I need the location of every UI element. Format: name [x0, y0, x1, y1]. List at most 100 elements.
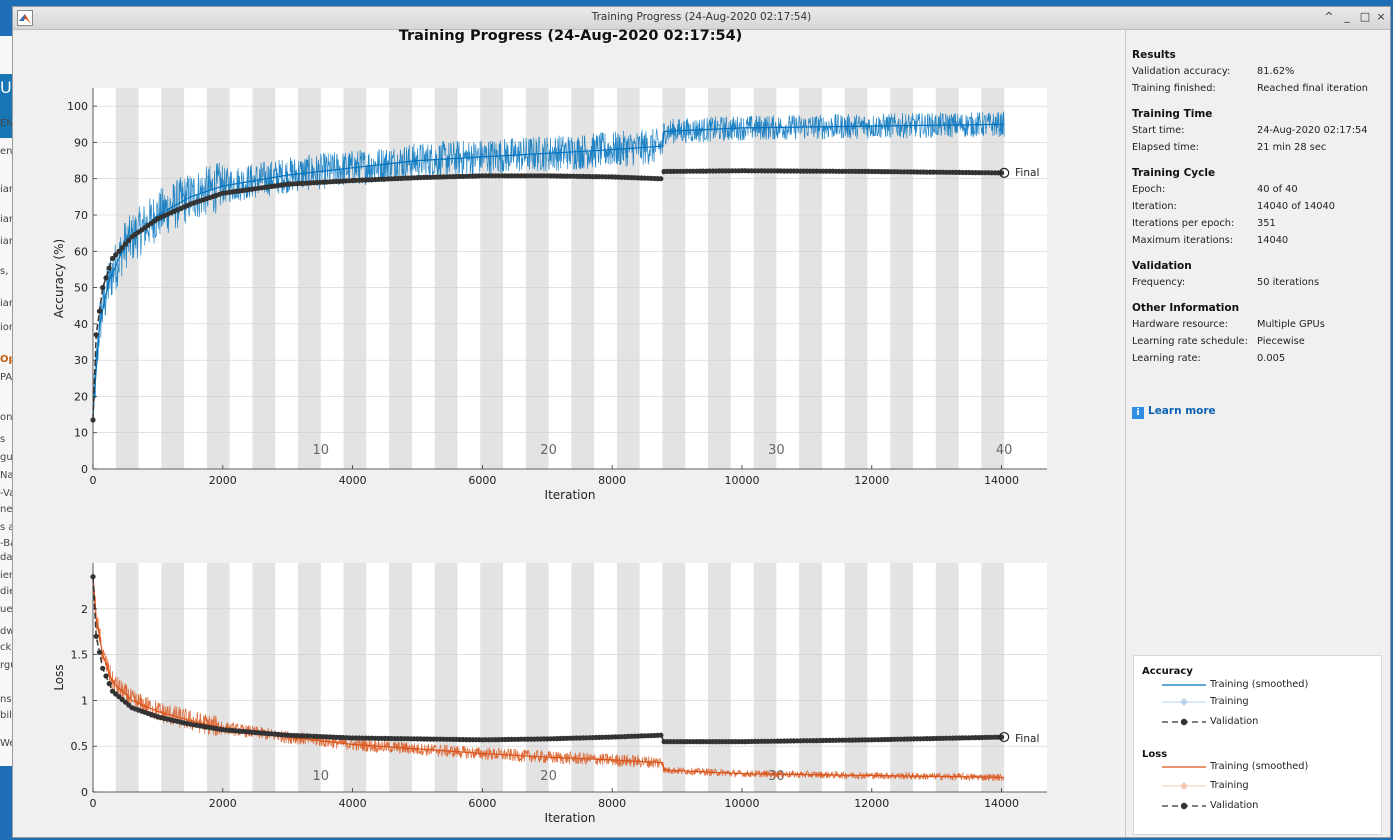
x-tick-label: 2000	[209, 474, 237, 487]
y-tick-label: 0	[81, 786, 88, 799]
x-tick-label: 0	[90, 474, 97, 487]
validation-marker	[106, 265, 112, 271]
epoch-band	[799, 563, 822, 792]
background-text: s	[0, 434, 6, 445]
minimize-button[interactable]: _	[1340, 10, 1354, 23]
background-text: EN	[0, 118, 12, 129]
results-value: 351	[1257, 218, 1276, 229]
epoch-label: 10	[313, 769, 330, 784]
epoch-band	[343, 88, 367, 469]
results-key: Learning rate:	[1132, 353, 1201, 364]
results-value: 40 of 40	[1257, 184, 1298, 195]
results-key: Learning rate schedule:	[1132, 336, 1248, 347]
legend-loss-smoothed-swatch	[1162, 766, 1206, 768]
validation-marker	[96, 308, 103, 314]
epoch-band	[981, 88, 1005, 469]
background-text: gu	[0, 452, 12, 463]
epoch-band	[890, 563, 914, 792]
results-section-title: Other Information	[1132, 302, 1240, 314]
legend-acc-training-swatch	[1162, 698, 1206, 706]
epoch-band	[434, 563, 458, 792]
legend-loss-training: Training	[1210, 780, 1249, 791]
learn-more-link[interactable]: i Learn more	[1132, 405, 1216, 419]
background-text: iar	[0, 298, 12, 309]
results-value: Multiple GPUs	[1257, 319, 1325, 330]
legend-loss-validation: Validation	[1210, 800, 1259, 811]
x-tick-label: 10000	[724, 474, 759, 487]
y-tick-label: 20	[74, 390, 88, 403]
epoch-band	[389, 88, 412, 469]
x-tick-label: 12000	[854, 474, 889, 487]
results-value: 24-Aug-2020 02:17:54	[1257, 125, 1368, 136]
results-value: 21 min 28 sec	[1257, 142, 1327, 153]
background-text: ion	[0, 322, 12, 333]
epoch-band	[343, 563, 367, 792]
epoch-band	[844, 88, 868, 469]
results-key: Maximum iterations:	[1132, 235, 1234, 246]
background-text: dat	[0, 552, 12, 563]
validation-marker	[93, 633, 99, 639]
background-text: -Va	[0, 488, 12, 499]
results-key: Iteration:	[1132, 201, 1177, 212]
y-tick-label: 1	[81, 694, 88, 707]
epoch-label: 10	[313, 443, 330, 458]
epoch-band	[161, 88, 185, 469]
y-tick-label: 60	[74, 245, 88, 258]
learn-more-label: Learn more	[1148, 405, 1216, 417]
background-text: on	[0, 412, 12, 423]
y-tick-label: 1.5	[71, 649, 89, 662]
y-tick-label: 50	[74, 282, 88, 295]
validation-marker	[100, 665, 106, 671]
background-window: UI EN ent iar iar iar s, a iar ion Op PA on s gu Na -Va…	[0, 36, 12, 766]
epoch-band	[935, 563, 959, 792]
legend-loss-validation-swatch	[1162, 802, 1206, 810]
epoch-band	[252, 88, 276, 469]
legend-acc-training: Training	[1210, 696, 1249, 707]
y-tick-label: 70	[74, 209, 88, 222]
epoch-band	[115, 563, 139, 792]
y-tick-label: 30	[74, 354, 88, 367]
results-key: Validation accuracy:	[1132, 66, 1231, 77]
epoch-band	[298, 563, 321, 792]
validation-marker	[658, 732, 664, 738]
results-section-title: Results	[1132, 49, 1176, 61]
results-key: Training finished:	[1132, 83, 1216, 94]
maximize-button[interactable]: □	[1358, 10, 1372, 23]
close-button[interactable]: ×	[1374, 10, 1388, 23]
legend-acc-validation-swatch	[1162, 718, 1206, 726]
epoch-band	[890, 88, 914, 469]
training-progress-window: Training Progress (24-Aug-2020 02:17:54)…	[12, 6, 1391, 838]
legend-acc-validation: Validation	[1210, 716, 1259, 727]
background-text: Op	[0, 354, 12, 365]
epoch-band	[206, 563, 230, 792]
epoch-band	[115, 88, 139, 469]
legend-panel: Accuracy Training (smoothed) Training Va…	[1133, 655, 1382, 835]
epoch-label: 30	[768, 443, 785, 458]
background-text: ier	[0, 570, 12, 581]
background-text: -Ba	[0, 538, 12, 549]
info-icon: i	[1132, 407, 1144, 419]
results-key: Hardware resource:	[1132, 319, 1229, 330]
x-axis-label: Iteration	[545, 488, 596, 502]
epoch-band	[799, 88, 822, 469]
background-text: dw	[0, 626, 12, 637]
x-tick-label: 2000	[209, 797, 237, 810]
validation-marker	[96, 649, 103, 655]
x-tick-label: 8000	[598, 474, 626, 487]
epoch-label: 20	[540, 443, 557, 458]
epoch-band	[935, 88, 959, 469]
results-value: Piecewise	[1257, 336, 1305, 347]
x-tick-label: 6000	[468, 474, 496, 487]
collapse-button[interactable]: ^	[1322, 10, 1336, 23]
x-tick-label: 14000	[984, 797, 1019, 810]
legend-loss-smoothed: Training (smoothed)	[1210, 761, 1309, 772]
results-key: Frequency:	[1132, 277, 1186, 288]
epoch-band	[298, 88, 321, 469]
results-sidebar: Results Validation accuracy: 81.62% Trainin…	[1125, 29, 1391, 837]
epoch-band	[161, 563, 185, 792]
epoch-label: 40	[996, 443, 1013, 458]
background-text: ck	[0, 642, 12, 653]
y-axis-label: Loss	[52, 664, 66, 690]
results-section-title: Training Time	[1132, 108, 1213, 120]
y-tick-label: 90	[74, 136, 88, 149]
